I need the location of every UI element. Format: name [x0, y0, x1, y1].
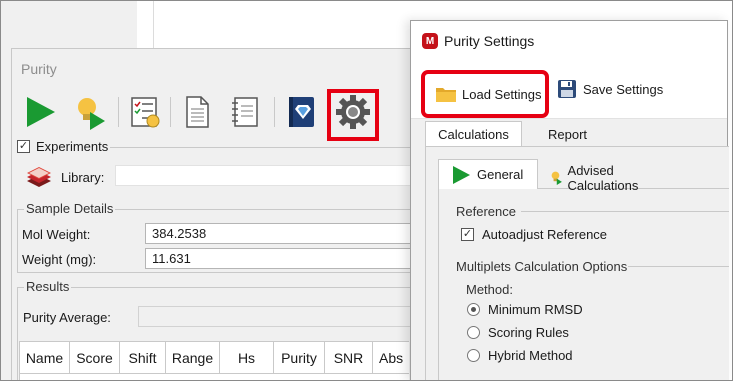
results-table: Name Score Shift Range Hs Purity SNR Abs	[19, 341, 409, 381]
advise-run-icon	[78, 98, 105, 130]
autoadjust-label: Autoadjust Reference	[482, 227, 608, 242]
column-header-snr[interactable]: SNR	[325, 342, 373, 374]
load-settings-label: Load Settings	[462, 86, 542, 102]
method-option-label: Minimum RMSD	[488, 302, 583, 317]
purity-window: Purity ✓ Experiments Library: Sample Det…	[11, 48, 432, 381]
checklist-icon	[131, 97, 160, 128]
settings-button[interactable]	[334, 93, 372, 131]
document-icon	[186, 96, 209, 128]
background-divider	[153, 0, 154, 48]
autoadjust-checkbox[interactable]: ✓	[461, 228, 474, 241]
purity-average-label: Purity Average:	[23, 310, 111, 325]
tab-report[interactable]: Report	[536, 121, 599, 147]
method-label: Method:	[466, 282, 513, 297]
weight-input[interactable]: 11.631	[145, 248, 432, 269]
column-header-purity[interactable]: Purity	[274, 342, 325, 374]
subtab-general[interactable]: General	[438, 159, 538, 189]
settings-titlebar: M Purity Settings	[411, 21, 727, 61]
checklist-button[interactable]	[126, 93, 164, 131]
play-icon	[453, 165, 470, 184]
save-settings-label: Save Settings	[583, 81, 664, 97]
experiments-label: Experiments	[36, 139, 109, 154]
sample-details-title: Sample Details	[24, 201, 116, 216]
reference-section-title: Reference	[456, 204, 516, 219]
lightbulb-play-icon	[551, 171, 562, 186]
toolbar-separator	[274, 97, 275, 127]
radio-button[interactable]	[467, 326, 480, 339]
app-logo-icon: M	[422, 33, 438, 49]
library-input[interactable]	[115, 165, 432, 186]
tab-calculations[interactable]: Calculations	[425, 121, 522, 147]
experiments-toggle[interactable]: ✓ Experiments	[17, 139, 108, 154]
autoadjust-reference-option[interactable]: ✓ Autoadjust Reference	[461, 227, 607, 242]
method-option-scoring-rules[interactable]: Scoring Rules	[467, 325, 569, 340]
mol-weight-input[interactable]: 384.2538	[145, 223, 432, 244]
subtab-advised-calculations[interactable]: Advised Calculations	[551, 163, 645, 193]
purity-window-title: Purity	[21, 61, 57, 77]
library-row: Library:	[25, 163, 104, 191]
column-header-range[interactable]: Range	[166, 342, 220, 374]
save-settings-button[interactable]: Save Settings	[557, 79, 663, 99]
notebook-button[interactable]	[226, 93, 264, 131]
column-header-hs[interactable]: Hs	[220, 342, 274, 374]
library-book-icon	[289, 97, 314, 127]
method-option-minimum-rmsd[interactable]: Minimum RMSD	[467, 302, 583, 317]
folder-icon	[436, 88, 456, 102]
experiments-checkbox[interactable]: ✓	[17, 140, 30, 153]
library-book-button[interactable]	[282, 93, 320, 131]
run-icon	[27, 97, 55, 127]
document-button[interactable]	[178, 93, 216, 131]
radio-button-selected[interactable]	[467, 303, 480, 316]
reference-divider	[521, 211, 729, 212]
floppy-disk-icon	[558, 80, 576, 98]
mol-weight-label: Mol Weight:	[22, 227, 91, 242]
method-option-label: Scoring Rules	[488, 325, 569, 340]
column-header-shift[interactable]: Shift	[120, 342, 166, 374]
settings-title: Purity Settings	[444, 33, 535, 49]
subtab-advised-label: Advised Calculations	[567, 163, 639, 193]
notebook-icon	[232, 97, 258, 127]
purity-toolbar	[12, 89, 432, 141]
library-label: Library:	[61, 169, 105, 185]
radio-button[interactable]	[467, 349, 480, 362]
method-option-hybrid-method[interactable]: Hybrid Method	[467, 348, 573, 363]
settings-toolbar: Load Settings Save Settings	[411, 61, 727, 119]
load-settings-button[interactable]: Load Settings	[421, 70, 549, 118]
results-title: Results	[24, 279, 72, 294]
toolbar-separator	[170, 97, 171, 127]
column-header-name[interactable]: Name	[20, 342, 70, 374]
purity-average-input	[138, 306, 432, 327]
multiplets-section-title: Multiplets Calculation Options	[456, 259, 628, 274]
advised-run-button[interactable]	[72, 93, 110, 131]
method-option-label: Hybrid Method	[488, 348, 573, 363]
experiments-divider	[110, 147, 432, 148]
purity-settings-dialog: M Purity Settings Load Settings Save Set…	[410, 20, 729, 381]
library-books-icon	[27, 167, 51, 187]
settings-gear-icon	[336, 95, 370, 129]
run-button[interactable]	[21, 93, 59, 131]
column-header-score[interactable]: Score	[70, 342, 120, 374]
column-header-abs[interactable]: Abs	[373, 342, 409, 374]
subtab-general-label: General	[477, 167, 524, 182]
multiplets-divider	[628, 266, 729, 267]
toolbar-separator	[118, 97, 119, 127]
weight-label: Weight (mg):	[22, 252, 97, 267]
